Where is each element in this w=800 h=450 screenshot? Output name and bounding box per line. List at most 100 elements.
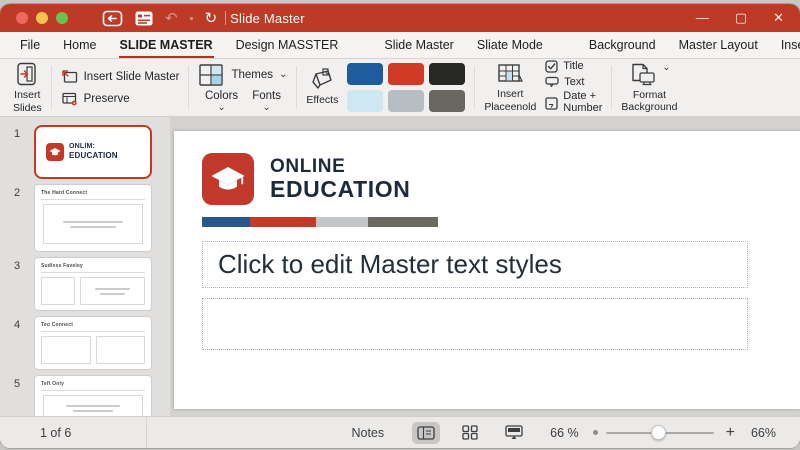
- swatch-blue[interactable]: [347, 63, 384, 85]
- slide-master-editor[interactable]: ONLINE EDUCATION Click to edit Master te…: [174, 131, 800, 409]
- slide-thumbnail-4[interactable]: Teo Connect: [34, 316, 152, 370]
- chevron-down-icon: ⌄: [262, 101, 271, 113]
- slide-thumbnail-1-selected[interactable]: ONLIM: EDUCATION: [34, 125, 152, 179]
- brand-color-bar: [202, 217, 438, 227]
- preserve-icon: [61, 92, 77, 106]
- window-title: Slide Master: [230, 10, 305, 26]
- format-background-button[interactable]: ⌄ Format Background: [621, 62, 677, 113]
- normal-view-icon: [417, 425, 435, 440]
- insert-placeholder-label: Insert: [497, 88, 524, 101]
- fonts-button[interactable]: Fonts ⌄: [252, 90, 281, 113]
- thumbnail-row-1: 1 ONLIM: EDUCATION: [0, 125, 170, 179]
- slide-thumbnail-5[interactable]: Teft Only: [34, 375, 152, 416]
- tab-master-layout[interactable]: Master Layout: [679, 38, 758, 52]
- text-placeholder-icon: [545, 77, 559, 88]
- slide-number: 3: [13, 260, 21, 272]
- slideshow-view-button[interactable]: [500, 422, 528, 444]
- colors-button[interactable]: Colors ⌄: [205, 90, 238, 113]
- status-bar: 1 of 6 Notes 66 % + 66%: [0, 416, 800, 448]
- effects-label: Effects: [306, 94, 339, 107]
- graduation-cap-icon: [202, 153, 254, 205]
- theme-color-swatches: [347, 63, 466, 112]
- date-icon: [545, 96, 558, 110]
- slide-count: 1 of 6: [40, 425, 72, 440]
- logo-wordmark: ONLINE EDUCATION: [270, 155, 411, 202]
- slide-thumbnail-panel: 1 ONLIM: EDUCATION 2 The Hard Connect 3 …: [0, 117, 170, 416]
- chevron-down-icon: ⌄: [279, 69, 288, 80]
- close-button[interactable]: ✕: [773, 10, 784, 26]
- redo-icon[interactable]: ↻: [205, 11, 218, 26]
- effects-button[interactable]: Effects: [306, 68, 338, 106]
- swatch-gray[interactable]: [388, 90, 425, 112]
- zoom-slider[interactable]: +: [592, 424, 735, 442]
- thumbnail-row-5: 5 Teft Only: [0, 375, 170, 416]
- tab-file[interactable]: File: [20, 38, 40, 52]
- tab-home[interactable]: Home: [63, 38, 96, 52]
- zoom-value-label: 66 %: [550, 425, 579, 440]
- minimize-traffic-light[interactable]: [36, 12, 48, 24]
- tab-insert[interactable]: Insert: [781, 38, 800, 52]
- tab-design[interactable]: Design MASSTER: [236, 38, 339, 52]
- traffic-lights: [16, 12, 68, 24]
- themes-icon: [199, 63, 224, 86]
- layout-title: Teo Connect: [41, 322, 145, 332]
- maximize-button[interactable]: ▢: [735, 10, 747, 26]
- layout-title: The Hard Connect: [41, 190, 145, 200]
- title-bar: ↶ ↻ Slide Master — ▢ ✕: [0, 4, 800, 32]
- preserve-button[interactable]: Preserve: [61, 91, 180, 106]
- format-background-icon: [632, 63, 655, 86]
- swatch-lightblue[interactable]: [347, 90, 384, 112]
- layout-title: Teft Only: [41, 381, 145, 391]
- insert-slides-icon: [17, 63, 36, 86]
- close-traffic-light[interactable]: [16, 12, 28, 24]
- slide-sorter-view-button[interactable]: [456, 422, 484, 444]
- swatch-black[interactable]: [429, 63, 466, 85]
- zoom-traffic-light[interactable]: [56, 12, 68, 24]
- normal-view-button[interactable]: [412, 421, 441, 444]
- title-toggle-label: Title: [563, 60, 584, 73]
- mini-logo-text: ONLIM: EDUCATION: [69, 143, 118, 161]
- view-list-icon[interactable]: [135, 11, 153, 26]
- tab-slide-master2[interactable]: Slide Master: [384, 38, 453, 52]
- zoom-in-button[interactable]: +: [726, 424, 735, 442]
- tab-sliate-mode[interactable]: Sliate Mode: [477, 38, 543, 52]
- thumbnail-row-2: 2 The Hard Connect: [0, 184, 170, 252]
- tab-slide-master-active[interactable]: SLIDE MASTER: [118, 38, 214, 58]
- date-number-toggle[interactable]: Date + Number: [545, 91, 602, 114]
- notes-button[interactable]: Notes: [351, 426, 384, 440]
- slide-number: 4: [13, 319, 21, 331]
- undo-icon[interactable]: ↶: [165, 11, 178, 26]
- slide-number: 1: [13, 128, 21, 140]
- app-window: ↶ ↻ Slide Master — ▢ ✕ File Home SLIDE M…: [0, 4, 800, 448]
- presenter-icon: [505, 425, 523, 439]
- slide-thumbnail-2[interactable]: The Hard Connect: [34, 184, 152, 252]
- minimize-button[interactable]: —: [696, 10, 709, 26]
- insert-slide-master-button[interactable]: Insert Slide Master: [61, 69, 179, 84]
- ribbon: Insert Slides Insert Slide Master Preserv…: [0, 59, 800, 117]
- zoom-slider-track[interactable]: [605, 424, 714, 440]
- zoom-slider-handle[interactable]: [650, 424, 666, 440]
- tab-background[interactable]: Background: [589, 38, 656, 52]
- master-text-styles-label: Click to edit Master text styles: [218, 249, 562, 279]
- fonts-label: Fonts: [252, 89, 281, 102]
- slide-number: 2: [13, 187, 21, 199]
- swatch-darkgray[interactable]: [429, 90, 466, 112]
- chevron-down-icon: ⌄: [662, 61, 671, 73]
- zoom-out-dot[interactable]: [592, 430, 598, 435]
- insert-slides-button[interactable]: Insert Slides: [13, 61, 42, 114]
- title-checkbox[interactable]: Title: [545, 60, 602, 74]
- mini-logo-icon: [46, 143, 64, 161]
- save-icon[interactable]: [102, 10, 123, 27]
- text-toggle[interactable]: Text: [545, 76, 602, 88]
- swatch-red[interactable]: [388, 63, 425, 85]
- ribbon-tab-bar: File Home SLIDE MASTER Design MASSTER Sl…: [0, 32, 800, 59]
- empty-placeholder[interactable]: [202, 298, 748, 350]
- themes-button[interactable]: Themes ⌄: [198, 63, 287, 87]
- insert-placeholder-button[interactable]: Insert Placeenold: [484, 62, 536, 113]
- titlebar-divider: [225, 11, 227, 25]
- slide-thumbnail-3[interactable]: Sudless Faveley: [34, 257, 152, 311]
- format-background-label: Format: [632, 88, 667, 101]
- checkbox-checked-icon: [545, 60, 558, 74]
- grid-view-icon: [462, 425, 478, 440]
- master-text-placeholder[interactable]: Click to edit Master text styles: [202, 241, 748, 288]
